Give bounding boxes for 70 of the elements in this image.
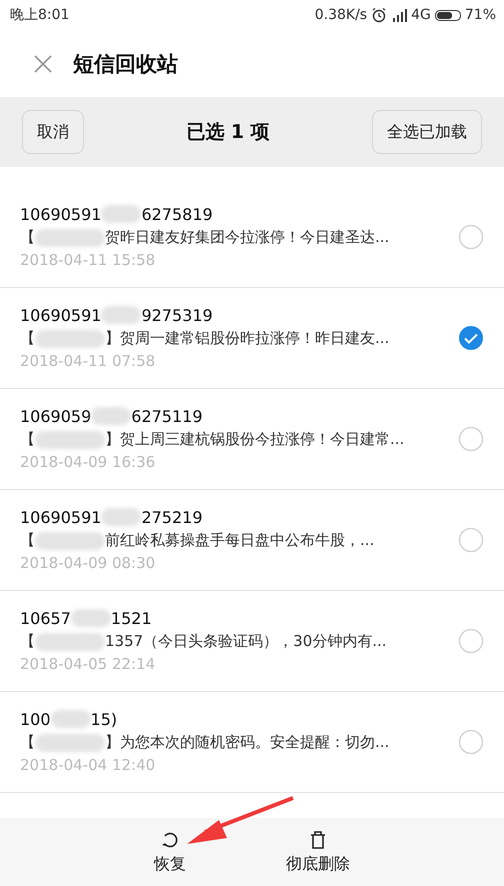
sender-number: 1069059: [20, 406, 92, 426]
alarm-icon: [371, 7, 388, 23]
battery-percent: 71%: [464, 7, 496, 23]
sender-number: 6275819: [141, 204, 213, 224]
cancel-button[interactable]: 取消: [22, 110, 84, 154]
redaction-blur: [35, 532, 105, 550]
message-date: 2018-04-05 22:14: [20, 654, 156, 675]
unchecked-circle-icon[interactable]: [458, 426, 484, 452]
unchecked-circle-icon[interactable]: [458, 628, 484, 654]
sender-number: 275219: [141, 508, 203, 526]
unchecked-circle-icon[interactable]: [458, 527, 484, 553]
sender-number: 9275319: [141, 306, 213, 324]
checked-circle-icon[interactable]: [458, 325, 484, 351]
close-icon[interactable]: [33, 54, 53, 74]
battery-icon: [434, 10, 461, 20]
message-item[interactable]: 10690591 9275319 【 】贺周一建常铝股份昨拉涨停！昨日建友... 2018-04-11 07:58: [0, 288, 504, 389]
sender-number: 10657: [20, 608, 71, 628]
signal-icon: [391, 7, 408, 23]
message-preview: 【: [20, 632, 35, 651]
sender-number: 100: [20, 710, 51, 728]
message-preview: 】贺上周三建杭锅股份今拉涨停！今日建常...: [105, 430, 404, 449]
redaction-blur: [35, 228, 105, 246]
redaction-blur: [35, 734, 105, 752]
redaction-blur: [35, 430, 105, 448]
message-preview: 前红岭私募操盘手每日盘中公布牛股，...: [105, 531, 374, 550]
select-all-button[interactable]: 全选已加载: [372, 110, 482, 154]
message-preview: 【: [20, 228, 35, 247]
message-preview: 】贺周一建常铝股份昨拉涨停！昨日建友...: [105, 329, 390, 348]
sender-number: 10690591: [20, 204, 102, 224]
unchecked-circle-icon[interactable]: [458, 729, 484, 755]
sender-number: 6275119: [131, 406, 203, 426]
redaction-blur: [35, 632, 105, 650]
message-preview: 贺昨日建友好集团今拉涨停！今日建圣达...: [105, 228, 390, 247]
sender-number: 15): [90, 710, 118, 728]
unchecked-circle-icon[interactable]: [458, 224, 484, 250]
message-preview: 【: [20, 430, 35, 449]
sender-number: 10690591: [20, 508, 102, 526]
redaction-blur: [35, 330, 105, 348]
refresh-icon: [160, 830, 180, 850]
message-preview: 【: [20, 733, 35, 752]
message-item[interactable]: 100 15) 【 】为您本次的随机密码。安全提醒：切勿... 2018-04-04 12:40: [0, 692, 504, 793]
message-date: 2018-04-04 12:40: [20, 755, 156, 776]
sender-number: 1521: [110, 608, 152, 628]
redaction-blur: [101, 508, 142, 526]
message-preview: 【: [20, 329, 35, 348]
message-preview: 】为您本次的随机密码。安全提醒：切勿...: [105, 733, 390, 752]
status-time: 晚上8:01: [10, 6, 70, 24]
message-date: 2018-04-11 15:58: [20, 250, 156, 271]
network-type: 4G: [411, 7, 431, 23]
restore-button[interactable]: 恢复: [154, 830, 186, 874]
message-item[interactable]: 10657 1521 【 1357（今日头条验证码），30分钟内有... 2018-04-05 22:14: [0, 591, 504, 692]
message-item[interactable]: 10690591 275219 【 前红岭私募操盘手每日盘中公布牛股，... 2018-04-09 08:30: [0, 490, 504, 591]
redaction-blur: [70, 609, 111, 627]
message-item[interactable]: 10690591 6275819 【 贺昨日建友好集团今拉涨停！今日建圣达... 2018-04-11 15:58: [0, 187, 504, 288]
message-date: 2018-04-09 08:30: [20, 553, 156, 574]
selection-count: 已选 1 项: [186, 120, 270, 145]
trash-icon: [308, 830, 328, 850]
redaction-blur: [50, 710, 91, 728]
page-title: 短信回收站: [73, 50, 178, 78]
sender-number: 10690591: [20, 306, 102, 324]
message-preview: 【: [20, 531, 35, 550]
redaction-blur: [91, 407, 132, 425]
redaction-blur: [101, 306, 142, 324]
message-preview: 1357（今日头条验证码），30分钟内有...: [105, 632, 387, 651]
message-date: 2018-04-09 16:36: [20, 452, 156, 473]
delete-button[interactable]: 彻底删除: [286, 830, 350, 874]
network-speed: 0.38K/s: [314, 7, 368, 23]
message-date: 2018-04-11 07:58: [20, 351, 156, 372]
message-item[interactable]: 1069059 6275119 【 】贺上周三建杭锅股份今拉涨停！今日建常... 2018-04-09 16:36: [0, 389, 504, 490]
redaction-blur: [101, 205, 142, 223]
